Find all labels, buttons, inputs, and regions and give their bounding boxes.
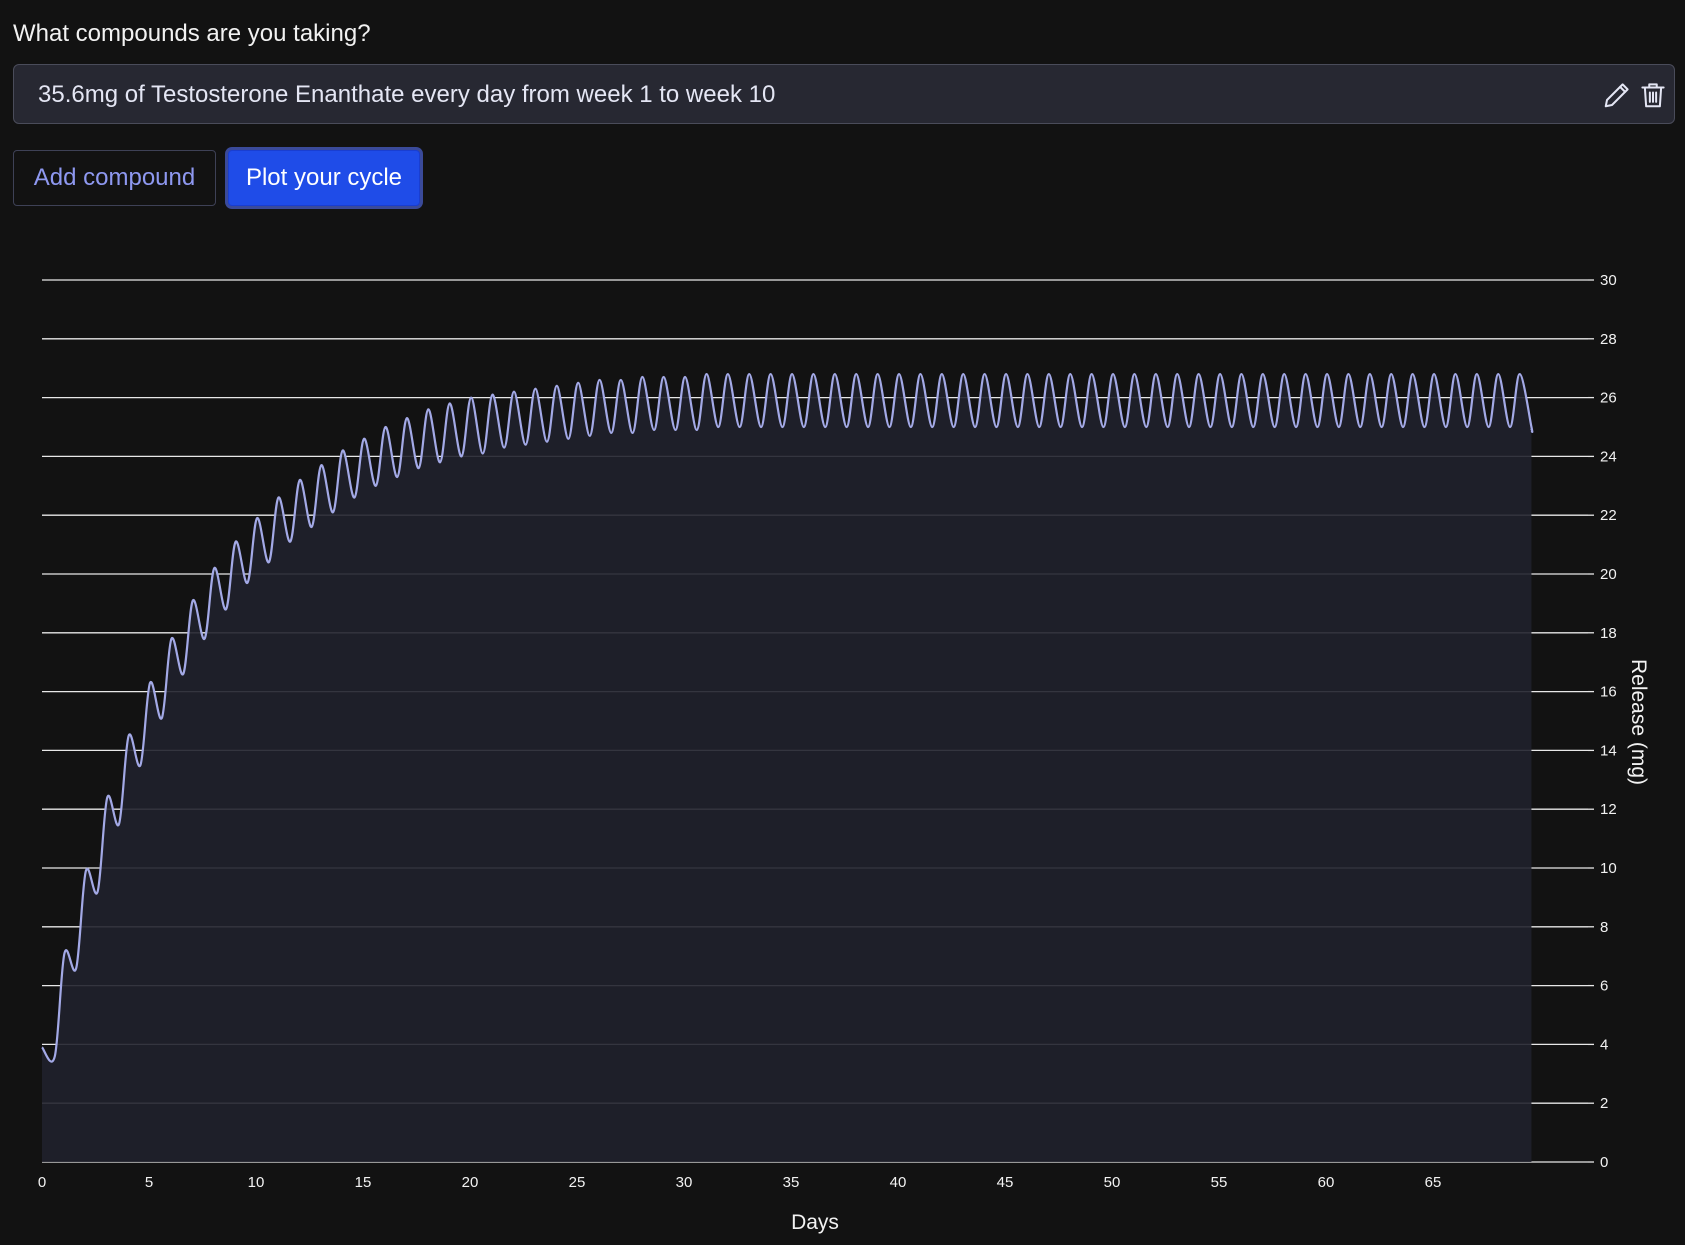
- x-tick-label: 65: [1425, 1174, 1442, 1191]
- x-tick-label: 60: [1318, 1174, 1335, 1191]
- x-axis: 0 5 10 15 20 25 30 35 40 45 50 55 60 65: [38, 1174, 1442, 1191]
- y-tick-label: 10: [1600, 860, 1617, 877]
- x-tick-label: 40: [890, 1174, 907, 1191]
- release-area: [42, 374, 1533, 1162]
- release-chart: 024681012141618202224262830 0 5 10 15 20 25 30…: [38, 272, 1650, 1234]
- y-tick-label: 8: [1600, 919, 1608, 936]
- x-tick-label: 55: [1211, 1174, 1228, 1191]
- y-tick-label: 6: [1600, 978, 1608, 995]
- y-tick-label: 16: [1600, 684, 1617, 701]
- y-tick-label: 20: [1600, 566, 1617, 583]
- compounds-question: What compounds are you taking?: [13, 20, 371, 47]
- y-tick-label: 2: [1600, 1095, 1608, 1112]
- y-tick-label: 22: [1600, 507, 1617, 524]
- y-tick-label: 4: [1600, 1036, 1608, 1053]
- compound-entry[interactable]: 35.6mg of Testosterone Enanthate every d…: [13, 64, 1675, 124]
- x-tick-label: 25: [569, 1174, 586, 1191]
- x-tick-label: 20: [462, 1174, 479, 1191]
- y-tick-label: 28: [1600, 331, 1617, 348]
- y-tick-label: 30: [1600, 272, 1617, 289]
- x-tick-label: 30: [676, 1174, 693, 1191]
- x-axis-label: Days: [791, 1211, 839, 1234]
- trash-icon[interactable]: [1638, 80, 1668, 110]
- y-axis: 024681012141618202224262830: [1588, 272, 1617, 1171]
- pencil-icon[interactable]: [1602, 80, 1632, 110]
- x-tick-label: 35: [783, 1174, 800, 1191]
- y-tick-label: 24: [1600, 448, 1617, 465]
- y-tick-label: 12: [1600, 801, 1617, 818]
- x-tick-label: 45: [997, 1174, 1014, 1191]
- x-tick-label: 50: [1104, 1174, 1121, 1191]
- compound-entry-text: 35.6mg of Testosterone Enanthate every d…: [38, 81, 776, 108]
- x-tick-label: 10: [248, 1174, 265, 1191]
- x-tick-label: 5: [145, 1174, 153, 1191]
- plot-cycle-button[interactable]: Plot your cycle: [228, 150, 420, 206]
- x-tick-label: 15: [355, 1174, 372, 1191]
- y-tick-label: 14: [1600, 742, 1617, 759]
- add-compound-button[interactable]: Add compound: [13, 150, 216, 206]
- x-tick-label: 0: [38, 1174, 46, 1191]
- y-tick-label: 0: [1600, 1154, 1608, 1171]
- y-tick-label: 26: [1600, 390, 1617, 407]
- y-axis-label: Release (mg): [1627, 659, 1650, 785]
- y-tick-label: 18: [1600, 625, 1617, 642]
